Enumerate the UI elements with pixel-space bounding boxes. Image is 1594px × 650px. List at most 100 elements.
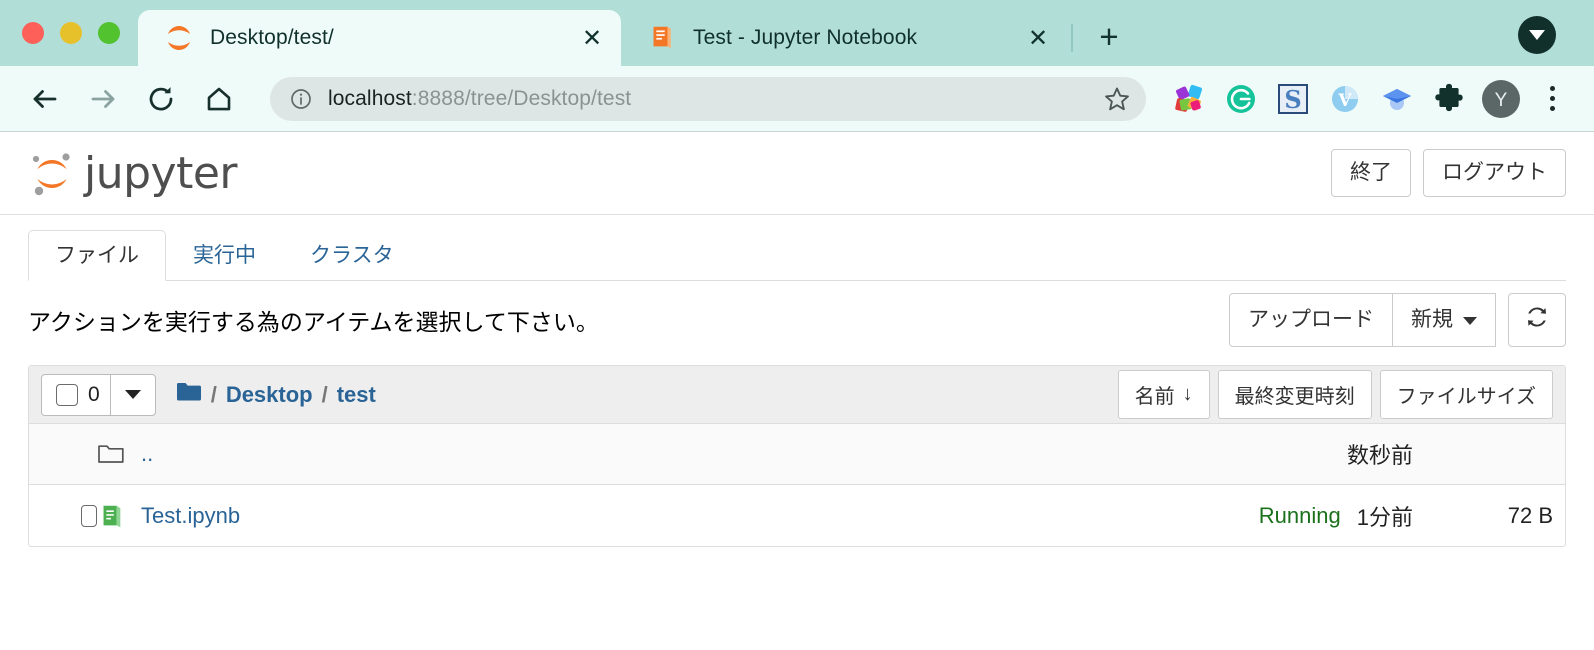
caret-down-glyph xyxy=(1529,30,1545,40)
grammarly-extension-icon[interactable] xyxy=(1218,76,1264,122)
jupyter-body: ファイル 実行中 クラスタ アクションを実行する為のアイテムを選択して下さい。 … xyxy=(0,215,1594,547)
upload-button[interactable]: アップロード xyxy=(1229,293,1393,347)
file-list-panel: 0 / Desktop / test 名前 ↓ 最終変更時刻 ファイルサイズ .… xyxy=(28,365,1566,547)
minimize-window-button[interactable] xyxy=(60,22,82,44)
new-tab-button[interactable]: + xyxy=(1089,16,1129,56)
action-buttons: アップロード 新規 xyxy=(1229,293,1566,347)
checkbox-unchecked-icon[interactable] xyxy=(56,383,78,406)
jupyter-loading-icon xyxy=(164,23,194,53)
tab-clusters[interactable]: クラスタ xyxy=(283,230,421,281)
home-icon[interactable] xyxy=(196,76,242,122)
jupyter-tabs: ファイル 実行中 クラスタ xyxy=(28,215,1566,281)
s-blue-extension-icon[interactable]: S xyxy=(1270,76,1316,122)
browser-tab-desktop-test[interactable]: Desktop/test/ ✕ xyxy=(138,10,621,66)
notebook-orange-icon xyxy=(647,23,677,53)
info-circle-icon[interactable] xyxy=(288,86,314,112)
svg-text:S: S xyxy=(1284,85,1301,114)
new-button-label: 新規 xyxy=(1411,308,1453,332)
address-bar-url: localhost:8888/tree/Desktop/test xyxy=(328,87,1102,111)
close-icon[interactable]: ✕ xyxy=(575,21,609,55)
tab-divider xyxy=(1071,24,1073,52)
maximize-window-button[interactable] xyxy=(98,22,120,44)
kebab-menu-icon[interactable] xyxy=(1532,86,1572,111)
jupyter-page: jupyter 終了 ログアウト ファイル 実行中 クラスタ アクションを実行す… xyxy=(0,132,1594,650)
jupyter-header: jupyter 終了 ログアウト xyxy=(0,132,1594,215)
sort-name-button[interactable]: 名前 ↓ xyxy=(1117,370,1210,419)
graduation-cap-extension-icon[interactable] xyxy=(1374,76,1420,122)
tab-search-caret-icon[interactable] xyxy=(1518,16,1556,54)
select-all-group: 0 xyxy=(41,373,156,416)
row-meta: 数秒前 xyxy=(1238,438,1553,470)
breadcrumb-separator: / xyxy=(210,381,217,407)
tab-strip: Desktop/test/ ✕ Test - Jupyter Notebook … xyxy=(0,0,1594,66)
address-bar[interactable]: localhost:8888/tree/Desktop/test xyxy=(270,76,1146,121)
table-row[interactable]: Test.ipynb Running 1分前 72 B xyxy=(29,485,1565,546)
action-bar: アクションを実行する為のアイテムを選択して下さい。 アップロード 新規 xyxy=(28,281,1566,359)
breadcrumb-separator: / xyxy=(321,381,328,407)
select-menu-button[interactable] xyxy=(109,374,155,415)
browser-tab-test-notebook[interactable]: Test - Jupyter Notebook ✕ xyxy=(621,10,1067,66)
jupyter-header-actions: 終了 ログアウト xyxy=(1331,149,1566,197)
window-controls xyxy=(0,22,138,66)
jupyter-wordmark: jupyter xyxy=(84,147,238,199)
puzzle-extensions-icon[interactable] xyxy=(1426,76,1472,122)
breadcrumb-item-desktop[interactable]: Desktop xyxy=(226,382,313,408)
file-size: 72 B xyxy=(1507,502,1553,528)
file-list-toolbar: 0 / Desktop / test 名前 ↓ 最終変更時刻 ファイルサイズ xyxy=(29,366,1565,424)
breadcrumb-item-test[interactable]: test xyxy=(337,382,376,408)
reload-icon[interactable] xyxy=(138,76,184,122)
svg-text:V: V xyxy=(1337,91,1352,111)
row-checkbox-cell xyxy=(41,504,97,527)
browser-toolbar: localhost:8888/tree/Desktop/test S V Y xyxy=(0,66,1594,132)
status-badge: Running xyxy=(1258,502,1341,528)
close-window-button[interactable] xyxy=(22,22,44,44)
kebab-dot xyxy=(1549,86,1555,91)
jupyter-logo-icon xyxy=(28,146,76,200)
table-row[interactable]: .. 数秒前 xyxy=(29,424,1565,485)
file-modified: 数秒前 xyxy=(1346,443,1413,468)
url-host: localhost xyxy=(328,86,412,110)
kebab-dot xyxy=(1549,96,1555,101)
folder-outline-icon xyxy=(97,442,141,466)
sort-size-button[interactable]: ファイルサイズ xyxy=(1379,370,1553,419)
selected-count: 0 xyxy=(88,382,100,406)
select-all-control[interactable]: 0 xyxy=(42,375,110,415)
sort-arrow-down-icon: ↓ xyxy=(1182,383,1193,405)
row-meta: Running 1分前 72 B xyxy=(1259,500,1553,532)
back-arrow-icon[interactable] xyxy=(22,76,68,122)
browser-window: Desktop/test/ ✕ Test - Jupyter Notebook … xyxy=(0,0,1594,650)
sort-buttons: 名前 ↓ 最終変更時刻 ファイルサイズ xyxy=(1110,370,1553,419)
file-modified: 1分前 xyxy=(1356,504,1413,530)
breadcrumb: / Desktop / test xyxy=(176,381,376,409)
refresh-button[interactable] xyxy=(1508,293,1566,347)
url-path: :8888/tree/Desktop/test xyxy=(411,86,632,110)
browser-tab-title: Test - Jupyter Notebook xyxy=(693,26,918,49)
svg-text:Y: Y xyxy=(1495,90,1508,111)
jupyter-logo[interactable]: jupyter xyxy=(28,146,238,200)
action-hint-text: アクションを実行する為のアイテムを選択して下さい。 xyxy=(28,309,599,335)
browser-tab-title: Desktop/test/ xyxy=(210,26,334,49)
folder-blue-icon[interactable] xyxy=(176,381,202,409)
kebab-dot xyxy=(1549,106,1555,111)
chevron-down-icon xyxy=(1463,316,1477,325)
file-name-link[interactable]: Test.ipynb xyxy=(141,503,240,529)
v-blue-extension-icon[interactable]: V xyxy=(1322,76,1368,122)
tab-running[interactable]: 実行中 xyxy=(166,230,283,281)
upload-new-group: アップロード 新規 xyxy=(1229,293,1496,347)
quit-button[interactable]: 終了 xyxy=(1331,149,1411,197)
avatar[interactable]: Y xyxy=(1478,76,1524,122)
chevron-down-icon xyxy=(124,390,141,399)
forward-arrow-icon xyxy=(80,76,126,122)
new-button[interactable]: 新規 xyxy=(1392,293,1496,347)
checkbox-unchecked-icon[interactable] xyxy=(81,504,97,527)
sort-modified-button[interactable]: 最終変更時刻 xyxy=(1217,370,1372,419)
close-icon[interactable]: ✕ xyxy=(1021,21,1055,55)
star-outline-icon[interactable] xyxy=(1102,85,1132,113)
logout-button[interactable]: ログアウト xyxy=(1423,149,1566,197)
colorful-pinwheel-extension-icon[interactable] xyxy=(1166,76,1212,122)
tab-files[interactable]: ファイル xyxy=(28,229,166,281)
notebook-green-icon xyxy=(97,502,141,530)
sort-name-label: 名前 xyxy=(1134,386,1175,408)
refresh-icon xyxy=(1525,307,1549,334)
file-name-link[interactable]: .. xyxy=(141,441,153,467)
